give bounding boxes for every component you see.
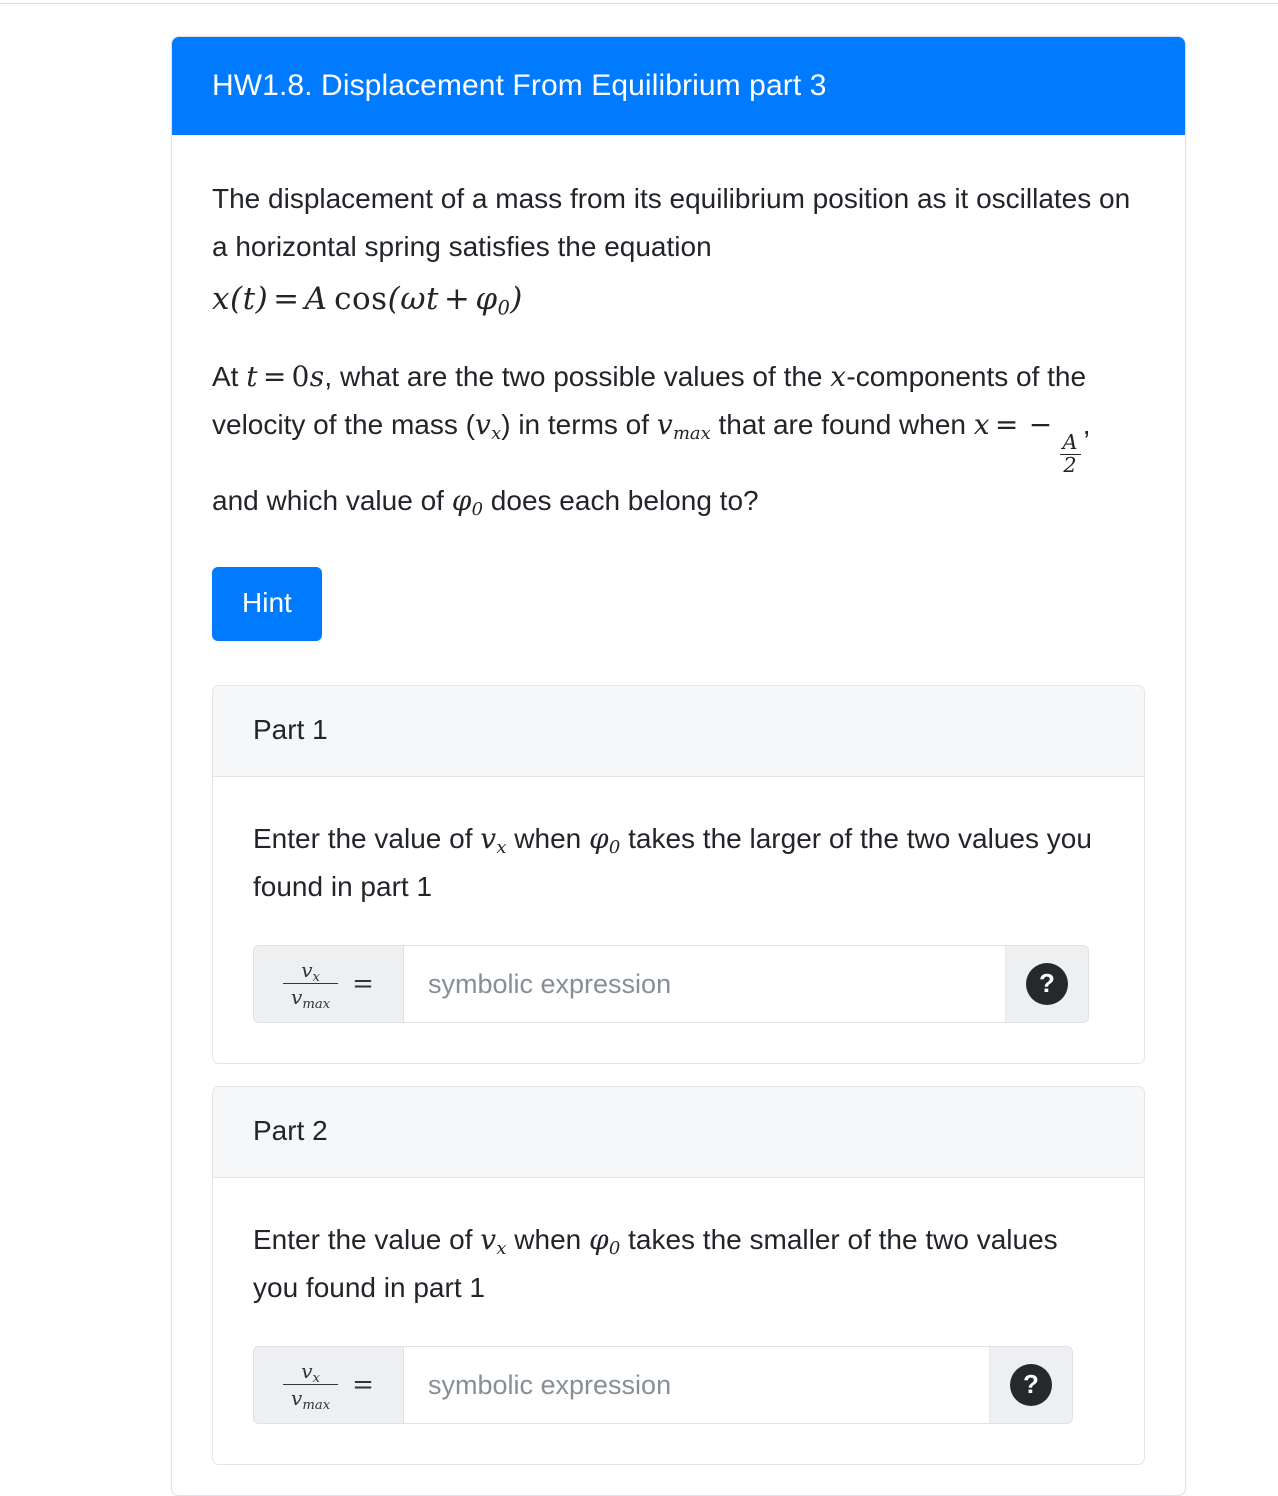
q2-zero: 0 [291, 359, 310, 393]
part-2-frac-den-v: v [291, 1386, 303, 1411]
part-1-ratio-label: vx vmax = [254, 946, 404, 1023]
part-card-2: Part 2 Enter the value of vx when φ0 tak… [212, 1086, 1145, 1466]
part-2-frac-den-sub: max [302, 1398, 331, 1414]
p2-v: v [480, 1223, 497, 1257]
p2-phi-subscript: 0 [608, 1238, 621, 1260]
q2-seg-d: that are found when [710, 408, 974, 440]
p1-v-subscript: x [496, 836, 507, 858]
q2-minus: − [1028, 407, 1053, 441]
question-card-header: HW1.8. Displacement From Equilibrium par… [172, 37, 1185, 135]
q2-frac-denominator: 2 [1059, 453, 1081, 477]
p1-vx: vx [480, 821, 507, 858]
q2-equals: = [262, 359, 287, 393]
p1-phi-subscript: 0 [608, 836, 621, 858]
q2-equals2: = [994, 407, 1019, 441]
p2-seg-a: Enter the value of [253, 1224, 481, 1256]
q2-phi: φ [451, 483, 472, 517]
question-paragraph-1: The displacement of a mass from its equi… [212, 175, 1145, 327]
eq-phi-subscript: 0 [497, 296, 511, 320]
part-2-help-button[interactable]: ? [989, 1347, 1072, 1424]
q2-vx: vx [474, 407, 502, 444]
part-2-ratio-label: vx vmax = [254, 1347, 404, 1424]
part-1-frac-den-v: v [291, 985, 303, 1010]
part-1-frac-numerator: vx [293, 957, 328, 984]
page-title: HW1.8. Displacement From Equilibrium par… [212, 69, 827, 102]
eq-x: x [212, 281, 230, 318]
part-1-frac-den-sub: max [302, 997, 331, 1013]
q2-vmax-subscript: max [672, 422, 711, 444]
p2-phi0: φ0 [589, 1223, 621, 1260]
eq-omega: ω [400, 281, 426, 318]
p1-v: v [480, 821, 497, 855]
part-2-equals-sign: = [352, 1370, 374, 1401]
question-card: HW1.8. Displacement From Equilibrium par… [171, 36, 1186, 1496]
q2-x: x [830, 359, 847, 393]
q2-seg-at: At [212, 360, 247, 392]
part-2-answer-input[interactable] [404, 1347, 989, 1424]
part-1-body: Enter the value of vx when φ0 takes the … [213, 777, 1144, 1063]
q2-math-t-equals-zero-s: t = 0s [246, 360, 324, 393]
page-root: HW1.8. Displacement From Equilibrium par… [0, 0, 1278, 1496]
eq-t2: t [425, 281, 439, 318]
p1-phi: φ [589, 821, 609, 855]
q2-seg-a: , what are the two possible values of th… [324, 360, 831, 392]
q2-t: t [246, 359, 258, 393]
part-1-help-button[interactable]: ? [1005, 946, 1088, 1023]
p1-seg-a: Enter the value of [253, 822, 481, 854]
question-paragraph-1-text: The displacement of a mass from its equi… [212, 183, 1131, 263]
question-paragraph-2: At t = 0s, what are the two possible value… [212, 353, 1145, 525]
part-2-frac-numerator: vx [293, 1358, 328, 1385]
part-1-answer-input-group: vx vmax = ? [253, 945, 1089, 1024]
top-divider [0, 3, 1278, 4]
eq-t: t [242, 281, 256, 318]
part-card-1: Part 1 Enter the value of vx when φ0 tak… [212, 684, 1145, 1065]
q2-phi0: φ0 [451, 483, 484, 520]
part-1-frac-num-v: v [301, 957, 313, 982]
equation-displacement: x(t) = A cos(ωt + φ0) [212, 281, 523, 320]
part-2-heading: Part 2 [213, 1087, 1144, 1179]
q2-vmax: vmax [656, 407, 711, 444]
p2-seg-b: when [506, 1224, 589, 1256]
part-2-body: Enter the value of vx when φ0 takes the … [213, 1178, 1144, 1464]
part-1-prompt: Enter the value of vx when φ0 takes the … [253, 815, 1104, 911]
part-2-frac-num-v: v [301, 1358, 313, 1383]
q2-fraction-a-over-2: A2 [1059, 430, 1081, 477]
q2-v: v [474, 407, 492, 441]
q2-x-equals-minus-a-over-2: x = − A 2 [973, 407, 1083, 476]
q2-x2: x [973, 407, 990, 441]
p2-vx: vx [480, 1223, 507, 1260]
hint-button[interactable]: Hint [212, 566, 322, 641]
p2-phi: φ [589, 1223, 609, 1257]
eq-amplitude: A [304, 281, 328, 318]
part-1-fraction-vx-over-vmax: vx vmax [283, 957, 339, 1013]
p2-v-subscript: x [496, 1238, 507, 1260]
q2-seg-c: ) in terms of [501, 408, 657, 440]
p1-phi0: φ0 [589, 821, 621, 858]
part-2-answer-input-group: vx vmax = ? [253, 1346, 1073, 1425]
part-2-fraction-vx-over-vmax: vx vmax [283, 1358, 339, 1414]
p1-seg-b: when [506, 822, 589, 854]
q2-v-subscript: x [491, 422, 502, 444]
eq-cos: cos [334, 281, 388, 318]
part-1-answer-input[interactable] [404, 946, 1005, 1023]
part-1-heading: Part 1 [213, 685, 1144, 777]
q2-frac-numerator: A [1062, 430, 1078, 455]
question-card-body: The displacement of a mass from its equi… [172, 135, 1185, 1495]
part-2-frac-denominator: vmax [283, 1384, 339, 1414]
eq-plus: + [443, 281, 471, 318]
question-mark-icon: ? [1026, 963, 1068, 1006]
q2-seconds: s [309, 359, 325, 393]
q2-seg-f: does each belong to? [483, 484, 759, 516]
part-2-prompt: Enter the value of vx when φ0 takes the … [253, 1216, 1104, 1312]
question-mark-icon: ? [1010, 1364, 1052, 1407]
eq-phi: φ [475, 281, 498, 318]
q2-phi-subscript: 0 [471, 498, 484, 520]
q2-vmax-v: v [656, 407, 673, 441]
part-1-frac-denominator: vmax [283, 983, 339, 1013]
eq-equals: = [273, 281, 300, 318]
part-1-equals-sign: = [352, 969, 374, 1000]
